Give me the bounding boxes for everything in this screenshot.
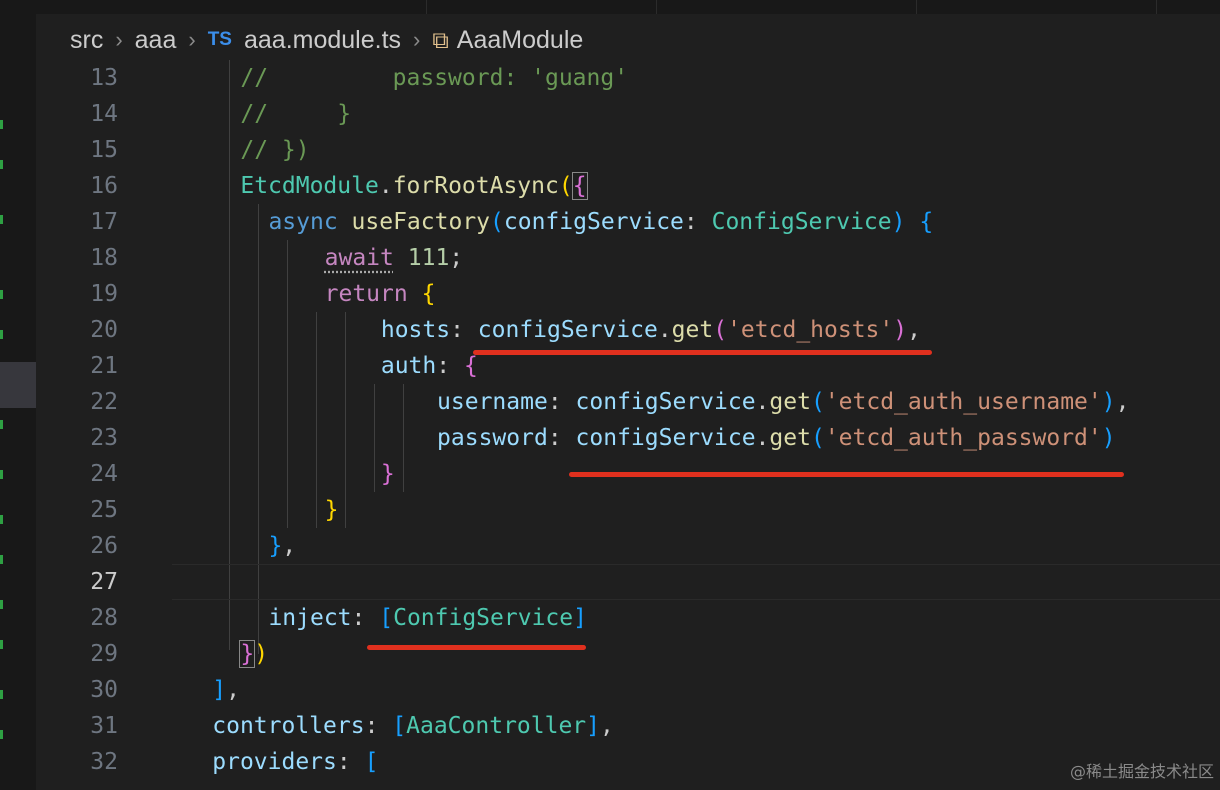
breadcrumb-folder-src[interactable]: src (70, 26, 103, 55)
line-number: 32 (90, 749, 118, 775)
line-number: 26 (90, 533, 118, 559)
watermark: @稀土掘金技术社区 (1069, 762, 1214, 781)
code-line[interactable]: 30], (36, 672, 1220, 708)
chevron-right-icon: › (188, 27, 196, 52)
code-text: // } (240, 101, 352, 127)
code-line[interactable]: 27 (36, 564, 1220, 600)
breadcrumb-folder-aaa[interactable]: aaa (135, 26, 177, 55)
git-change-marker (0, 290, 3, 299)
line-number: 17 (90, 209, 118, 235)
code-line[interactable]: 28 inject: [ConfigService] (36, 600, 1220, 636)
code-line[interactable]: 23 password: configService.get('etcd_auth… (36, 420, 1220, 456)
breadcrumb-symbol[interactable]: AaaModule (457, 26, 583, 55)
code-editor[interactable]: 13 // password: 'guang' 14 // } 15 // }) 16 Etc… (36, 60, 1220, 790)
line-number: 23 (90, 425, 118, 451)
chevron-right-icon: › (115, 27, 123, 52)
code-text: // password: 'guang' (240, 65, 629, 91)
git-change-marker (0, 420, 3, 429)
code-text: EtcdModule.forRootAsync({ (240, 172, 588, 200)
code-text: async useFactory(configService: ConfigSe… (268, 209, 934, 235)
code-line[interactable]: 26}, (36, 528, 1220, 564)
code-text: } (380, 461, 395, 487)
code-text: username: configService.get('etcd_auth_u… (437, 389, 1130, 415)
git-change-marker (0, 640, 3, 649)
line-number: 24 (90, 461, 118, 487)
code-text: ], (212, 677, 240, 703)
code-line[interactable]: 14 // } (36, 96, 1220, 132)
typescript-file-icon: TS (207, 29, 232, 50)
annotation-underline (367, 645, 586, 650)
code-line[interactable]: 32 providers: [ (36, 744, 1220, 780)
breadcrumb-file[interactable]: aaa.module.ts (244, 26, 401, 55)
tab-separator (1156, 0, 1157, 14)
code-text: await 111; (324, 245, 464, 271)
code-text: inject: [ConfigService] (268, 605, 587, 631)
code-line[interactable]: 18 await 111; (36, 240, 1220, 276)
tab-separator (916, 0, 917, 14)
line-number: 22 (90, 389, 118, 415)
git-change-marker (0, 215, 3, 224)
code-text: // }) (240, 137, 310, 163)
line-number: 28 (90, 605, 118, 631)
line-number: 29 (90, 641, 118, 667)
git-change-marker (0, 160, 3, 169)
activity-gutter (0, 0, 36, 790)
tab-separator (656, 0, 657, 14)
line-number: 25 (90, 497, 118, 523)
code-line[interactable]: 19 return { (36, 276, 1220, 312)
code-text: }, (268, 533, 297, 559)
line-number: 31 (90, 713, 118, 739)
annotation-underline (473, 350, 932, 355)
code-text: auth: { (380, 353, 478, 379)
code-text: password: configService.get('etcd_auth_p… (437, 425, 1116, 451)
code-line[interactable]: 31 controllers: [AaaController], (36, 708, 1220, 744)
line-number: 20 (90, 317, 118, 343)
git-change-marker (0, 330, 3, 339)
gutter-highlight (0, 362, 36, 408)
code-line[interactable]: 13 // password: 'guang' (36, 60, 1220, 96)
code-text: controllers: [AaaController], (212, 713, 614, 739)
git-change-marker (0, 515, 3, 524)
code-line[interactable]: 20 hosts: configService.get('etcd_hosts')… (36, 312, 1220, 348)
code-text: providers: [ (212, 749, 379, 775)
tab-separator (426, 0, 427, 14)
line-number: 15 (90, 137, 118, 163)
code-text: return { (324, 281, 436, 307)
git-change-marker (0, 470, 3, 479)
chevron-right-icon: › (413, 27, 421, 52)
line-number: 16 (90, 173, 118, 199)
code-line[interactable]: 25} (36, 492, 1220, 528)
git-change-marker (0, 730, 3, 739)
line-number: 30 (90, 677, 118, 703)
code-text: }) (239, 640, 269, 668)
code-line[interactable]: 22 username: configService.get('etcd_auth… (36, 384, 1220, 420)
git-change-marker (0, 690, 3, 699)
line-number: 13 (90, 65, 118, 91)
line-number: 19 (90, 281, 118, 307)
code-text: hosts: configService.get('etcd_hosts'), (380, 317, 921, 343)
annotation-underline (569, 472, 1124, 477)
git-change-marker (0, 600, 3, 609)
breadcrumb: src › aaa › TS aaa.module.ts › ⧉ AaaModu… (70, 22, 583, 58)
tab-bar-strip (36, 0, 1220, 14)
line-number: 27 (90, 569, 118, 595)
git-change-marker (0, 120, 3, 129)
code-text: } (324, 497, 339, 523)
line-number: 14 (90, 101, 118, 127)
code-line[interactable]: 29}) (36, 636, 1220, 672)
code-line[interactable]: 15 // }) (36, 132, 1220, 168)
code-line[interactable]: 16 EtcdModule.forRootAsync({ (36, 168, 1220, 204)
code-line[interactable]: 17 async useFactory(configService: Config… (36, 204, 1220, 240)
git-change-marker (0, 555, 3, 564)
line-number: 21 (90, 353, 118, 379)
line-number: 18 (90, 245, 118, 271)
symbol-class-icon: ⧉ (432, 26, 449, 53)
